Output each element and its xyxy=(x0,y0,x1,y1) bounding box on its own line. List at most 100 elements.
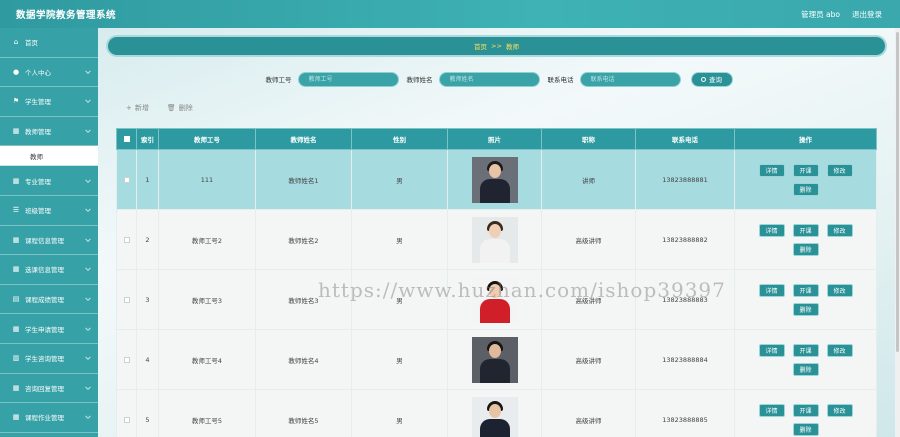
edit-button[interactable]: 修改 xyxy=(826,403,853,417)
title-cell: 高级讲师 xyxy=(541,329,636,390)
teacher-photo[interactable] xyxy=(471,156,518,203)
open-course-button[interactable]: 开课 xyxy=(792,343,819,357)
breadcrumb-home[interactable]: 首页 xyxy=(474,41,487,51)
add-button[interactable]: + 新增 xyxy=(126,103,149,113)
logout-link[interactable]: 退出登录 xyxy=(852,9,882,20)
sidebar-item[interactable]: ▦ 课程信息管理 xyxy=(0,226,98,256)
photo-body xyxy=(479,418,510,437)
operation-buttons: 详情 开课 修改 删除 xyxy=(756,403,856,436)
title-cell: 高级讲师 xyxy=(541,389,636,437)
detail-button[interactable]: 详情 xyxy=(758,163,785,177)
detail-button[interactable]: 详情 xyxy=(758,343,785,357)
admin-user-label[interactable]: 管理员 abo xyxy=(801,9,840,20)
sidebar-item[interactable]: ▦ 教师管理 xyxy=(0,117,98,147)
open-course-button[interactable]: 开课 xyxy=(792,283,819,297)
sidebar-item[interactable]: ⌂ 首页 xyxy=(0,28,98,58)
scrollbar-thumb[interactable] xyxy=(896,32,899,352)
teacher-photo[interactable] xyxy=(471,396,518,437)
breadcrumb: 首页 >> 教师 xyxy=(108,37,885,55)
list-icon: ☰ xyxy=(12,206,20,215)
sidebar-item[interactable]: ▦ 专业管理 xyxy=(0,166,98,196)
teacher-name-cell: 教师姓名1 xyxy=(255,149,352,210)
batch-delete-button[interactable]: 🗑 删除 xyxy=(167,103,193,113)
select-all-checkbox[interactable] xyxy=(123,136,130,142)
row-checkbox[interactable] xyxy=(123,176,130,183)
user-icon: ● xyxy=(12,67,20,76)
photo-head xyxy=(488,283,501,298)
row-select-cell[interactable] xyxy=(116,269,137,330)
delete-button[interactable]: 删除 xyxy=(792,422,819,436)
gender-cell: 男 xyxy=(351,329,448,390)
open-course-button[interactable]: 开课 xyxy=(792,163,819,177)
edit-button[interactable]: 修改 xyxy=(826,283,853,297)
column-header: 性别 xyxy=(351,128,448,150)
row-checkbox[interactable] xyxy=(123,236,130,243)
sidebar-item-label: 课程成绩管理 xyxy=(25,296,64,305)
photo-cell xyxy=(447,389,542,437)
plus-icon: + xyxy=(126,104,132,112)
search-button[interactable]: 查询 xyxy=(690,71,733,87)
detail-button[interactable]: 详情 xyxy=(758,403,785,417)
sidebar: ⌂ 首页 ● 个人中心 ⚑ 学生管理 ▦ 教师管理 教师 ▦ 专业管理 ☰ 班级管理 ▦ 课程信息管理 ▦ 选课… xyxy=(0,28,98,437)
phone-label: 联系电话 xyxy=(547,76,574,84)
add-button-label: 新增 xyxy=(134,104,149,112)
delete-button[interactable]: 删除 xyxy=(792,182,819,196)
photo-head xyxy=(488,343,501,358)
row-checkbox[interactable] xyxy=(123,356,130,363)
table-row[interactable]: 2 教师工号2 教师姓名2 男 高级讲师 13823888882 详情 开课 修改 删除 xyxy=(116,209,877,270)
home-icon: ⌂ xyxy=(13,38,19,47)
teacher-photo[interactable] xyxy=(471,276,518,323)
row-select-cell[interactable] xyxy=(116,389,137,437)
delete-button[interactable]: 删除 xyxy=(792,362,819,376)
sidebar-item[interactable]: ☰ 班级管理 xyxy=(0,196,98,226)
sidebar-item[interactable]: ● 个人中心 xyxy=(0,58,98,88)
sidebar-item[interactable]: ▦ 学生申请管理 xyxy=(0,314,98,344)
delete-button[interactable]: 删除 xyxy=(792,242,819,256)
teacher-table: 索引 教师工号 教师姓名 性别 照片 职称 联系电话 操作 1 111 教师姓名1 男… xyxy=(116,128,877,437)
sidebar-item-label: 选课信息管理 xyxy=(25,266,64,275)
phone-input[interactable] xyxy=(579,71,681,87)
table-row[interactable]: 1 111 教师姓名1 男讲师 13823888881 详情 开课 修改 删除 xyxy=(116,149,877,210)
table-row[interactable]: 4 教师工号4 教师姓名4 男 高级讲师 13823888884 详情 开课 修改 删除 xyxy=(116,329,877,390)
sidebar-item[interactable]: ▥ 学生咨询管理 xyxy=(0,344,98,374)
row-select-cell[interactable] xyxy=(116,329,137,390)
delete-button[interactable]: 删除 xyxy=(792,302,819,316)
photo-head xyxy=(488,163,501,178)
operations-cell: 详情 开课 修改 删除 xyxy=(734,149,877,210)
breadcrumb-separator: >> xyxy=(491,42,502,50)
row-select-cell[interactable] xyxy=(116,209,137,270)
sidebar-item[interactable]: ▤ 课程成绩管理 xyxy=(0,285,98,315)
table-row[interactable]: 3 教师工号3 教师姓名3 男 高级讲师 13823888883 详情 开课 修改 删除 xyxy=(116,269,877,330)
sidebar-item[interactable]: ▦ 选课信息管理 xyxy=(0,255,98,285)
photo-body xyxy=(479,178,510,203)
teacher-photo[interactable] xyxy=(471,216,518,263)
open-course-button[interactable]: 开课 xyxy=(792,223,819,237)
operations-cell: 详情 开课 修改 删除 xyxy=(734,269,877,330)
table-row[interactable]: 5 教师工号5 教师姓名5 男 高级讲师 13823888885 详情 开课 修改 删除 xyxy=(116,389,877,437)
breadcrumb-current: 教师 xyxy=(505,43,519,51)
detail-button[interactable]: 详情 xyxy=(758,283,785,297)
teacher-name-input[interactable] xyxy=(438,71,540,87)
main-content: 首页 >> 教师 教师工号 教师姓名 联系电话 查询 + 新增 🗑 删除 xyxy=(98,28,900,437)
row-checkbox[interactable] xyxy=(123,296,130,303)
page-scrollbar[interactable] xyxy=(895,28,900,437)
edit-button[interactable]: 修改 xyxy=(826,343,853,357)
sidebar-item-label: 课程作业管理 xyxy=(25,414,64,423)
sidebar-item[interactable]: ⚑ 学生管理 xyxy=(0,87,98,117)
teacher-no-input[interactable] xyxy=(297,71,399,87)
grid-icon: ▦ xyxy=(12,265,20,274)
teacher-photo[interactable] xyxy=(471,336,518,383)
open-course-button[interactable]: 开课 xyxy=(792,403,819,417)
edit-button[interactable]: 修改 xyxy=(826,223,853,237)
sidebar-subitem-teacher[interactable]: 教师 xyxy=(0,146,98,167)
gender-cell: 男 xyxy=(351,149,448,210)
sidebar-item[interactable]: ▦ 课程作业管理 xyxy=(0,403,98,433)
phone-cell: 13823888883 xyxy=(635,269,735,330)
edit-button[interactable]: 修改 xyxy=(826,163,853,177)
row-select-cell[interactable] xyxy=(116,149,137,210)
select-all-header[interactable] xyxy=(116,128,137,150)
top-bar: 数据学院教务管理系统 管理员 abo 退出登录 xyxy=(0,0,900,28)
detail-button[interactable]: 详情 xyxy=(758,223,785,237)
sidebar-item[interactable]: ▦ 咨询回复管理 xyxy=(0,374,98,404)
row-checkbox[interactable] xyxy=(123,416,130,423)
